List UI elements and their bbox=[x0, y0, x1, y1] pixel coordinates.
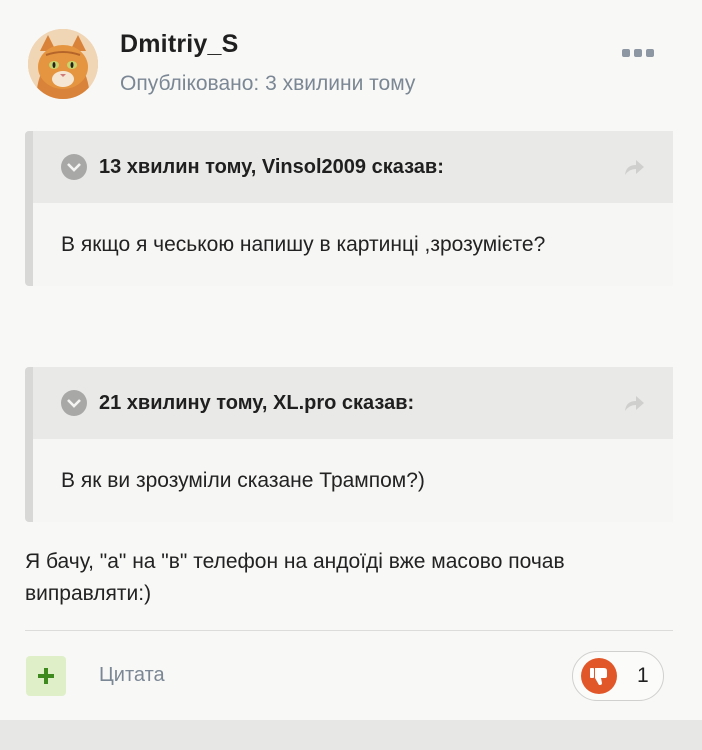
add-reputation-button[interactable] bbox=[26, 656, 66, 696]
post-separator bbox=[0, 720, 702, 750]
author-name[interactable]: Dmitriy_S bbox=[120, 30, 239, 59]
forum-post: Dmitriy_S Опубліковано: 3 хвилини тому 1… bbox=[0, 0, 702, 720]
share-arrow-icon[interactable] bbox=[623, 393, 645, 413]
chevron-down-icon[interactable] bbox=[61, 390, 87, 416]
quote-text: В як ви зрозуміли сказане Трампом?) bbox=[33, 439, 673, 522]
quote-block: 21 хвилину тому, XL.pro сказав: В як ви … bbox=[25, 367, 673, 522]
quote-header: 13 хвилин тому, Vinsol2009 сказав: bbox=[33, 131, 673, 203]
avatar[interactable] bbox=[28, 29, 98, 99]
quote-citation: 21 хвилину тому, XL.pro сказав: bbox=[99, 391, 415, 414]
quote-block: 13 хвилин тому, Vinsol2009 сказав: В якщ… bbox=[25, 131, 673, 286]
quote-citation: 13 хвилин тому, Vinsol2009 сказав: bbox=[99, 155, 444, 178]
divider bbox=[25, 630, 673, 631]
plus-icon bbox=[38, 668, 54, 684]
quote-button[interactable]: Цитата bbox=[99, 664, 165, 687]
more-options-icon[interactable] bbox=[622, 46, 654, 60]
quote-text: В якщо я чеською напишу в картинці ,зроз… bbox=[33, 203, 673, 286]
chevron-down-icon[interactable] bbox=[61, 154, 87, 180]
thumbs-down-icon bbox=[581, 658, 617, 694]
share-arrow-icon[interactable] bbox=[623, 157, 645, 177]
reaction-button[interactable]: 1 bbox=[572, 651, 664, 701]
quote-header: 21 хвилину тому, XL.pro сказав: bbox=[33, 367, 673, 439]
published-time: Опубліковано: 3 хвилини тому bbox=[120, 72, 416, 95]
reaction-count: 1 bbox=[637, 664, 649, 687]
post-body-text: Я бачу, "а" на "в" телефон на андоїді вж… bbox=[25, 550, 565, 605]
cat-avatar-icon bbox=[28, 29, 98, 99]
